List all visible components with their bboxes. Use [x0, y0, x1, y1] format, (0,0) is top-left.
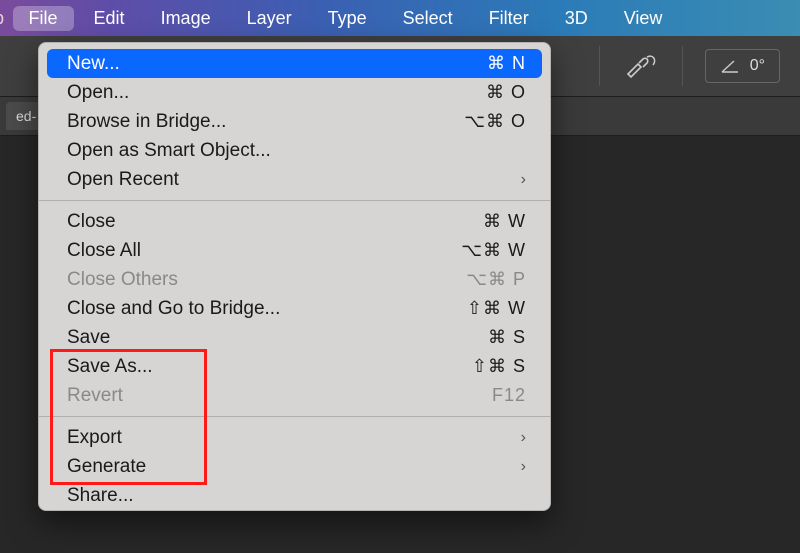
menu-type[interactable]: Type [312, 6, 383, 31]
menu-item-shortcut: ⌘ S [446, 327, 526, 348]
app-label: p [0, 8, 11, 29]
menu-item-shortcut: F12 [446, 385, 526, 406]
menu-layer[interactable]: Layer [231, 6, 308, 31]
menu-item-save-as[interactable]: Save As...⇧⌘ S [39, 352, 550, 381]
menu-item-label: Export [67, 427, 446, 449]
chevron-right-icon: › [446, 171, 526, 189]
angle-value: 0° [750, 57, 765, 75]
menu-item-label: Close and Go to Bridge... [67, 298, 446, 320]
menu-item-label: Close All [67, 240, 446, 262]
angle-icon [720, 58, 740, 74]
menu-item-shortcut: ⌥⌘ P [446, 269, 526, 290]
menu-item-open-recent[interactable]: Open Recent› [39, 165, 550, 194]
menu-view[interactable]: View [608, 6, 679, 31]
menu-edit[interactable]: Edit [78, 6, 141, 31]
menu-select[interactable]: Select [387, 6, 469, 31]
menu-image[interactable]: Image [145, 6, 227, 31]
menu-item-label: Open... [67, 82, 446, 104]
eyedropper-icon[interactable] [622, 51, 660, 81]
menu-item-label: Close Others [67, 269, 446, 291]
menu-item-shortcut: ⇧⌘ S [446, 356, 526, 377]
menu-3d[interactable]: 3D [549, 6, 604, 31]
menu-filter[interactable]: Filter [473, 6, 545, 31]
menu-divider [39, 200, 550, 201]
menu-item-label: Generate [67, 456, 446, 478]
menu-item-label: Open Recent [67, 169, 446, 191]
menu-item-shortcut: ⇧⌘ W [446, 298, 526, 319]
menu-item-browse-in-bridge[interactable]: Browse in Bridge...⌥⌘ O [39, 107, 550, 136]
menu-item-shortcut: ⌥⌘ W [446, 240, 526, 261]
menu-item-shortcut: ⌘ N [446, 53, 526, 74]
toolbar-separator [599, 46, 600, 86]
menu-item-label: Open as Smart Object... [67, 140, 526, 162]
menu-item-new[interactable]: New...⌘ N [47, 49, 542, 78]
menu-item-save[interactable]: Save⌘ S [39, 323, 550, 352]
menu-item-generate[interactable]: Generate› [39, 452, 550, 481]
menu-item-label: Save As... [67, 356, 446, 378]
menu-file[interactable]: File [13, 6, 74, 31]
menu-item-label: New... [67, 53, 446, 75]
menu-item-share[interactable]: Share... [39, 481, 550, 510]
menu-item-shortcut: ⌘ W [446, 211, 526, 232]
menu-item-shortcut: ⌘ O [446, 82, 526, 103]
menu-item-label: Save [67, 327, 446, 349]
menu-item-revert: RevertF12 [39, 381, 550, 410]
angle-input[interactable]: 0° [705, 49, 780, 83]
menu-item-close[interactable]: Close⌘ W [39, 207, 550, 236]
menu-item-close-others: Close Others⌥⌘ P [39, 265, 550, 294]
menu-item-close-and-go-to-bridge[interactable]: Close and Go to Bridge...⇧⌘ W [39, 294, 550, 323]
file-menu-dropdown: New...⌘ NOpen...⌘ OBrowse in Bridge...⌥⌘… [38, 42, 551, 511]
menu-item-label: Browse in Bridge... [67, 111, 446, 133]
menu-item-label: Close [67, 211, 446, 233]
menu-divider [39, 416, 550, 417]
menu-item-export[interactable]: Export› [39, 423, 550, 452]
menu-item-open-as-smart-object[interactable]: Open as Smart Object... [39, 136, 550, 165]
menu-item-close-all[interactable]: Close All⌥⌘ W [39, 236, 550, 265]
menu-item-label: Revert [67, 385, 446, 407]
chevron-right-icon: › [446, 429, 526, 447]
menu-item-label: Share... [67, 485, 526, 507]
toolbar-separator [682, 46, 683, 86]
menu-item-open[interactable]: Open...⌘ O [39, 78, 550, 107]
chevron-right-icon: › [446, 458, 526, 476]
menu-item-shortcut: ⌥⌘ O [446, 111, 526, 132]
menubar: p FileEditImageLayerTypeSelectFilter3DVi… [0, 0, 800, 36]
